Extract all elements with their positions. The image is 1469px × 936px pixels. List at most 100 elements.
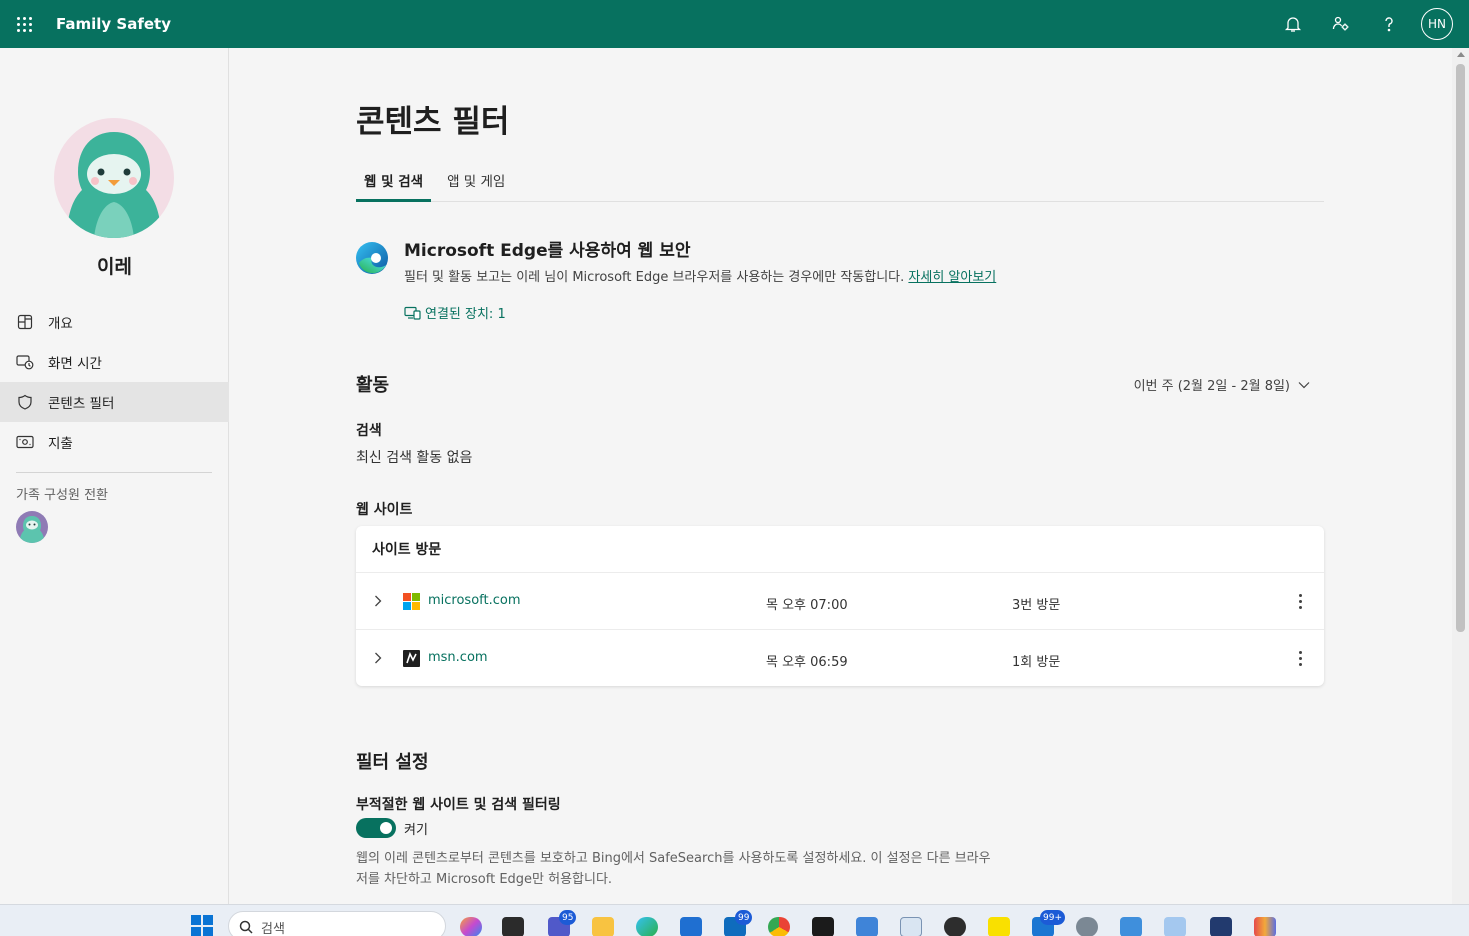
edge-description-text: 필터 및 활동 보고는 이레 님이 Microsoft Edge 브라우저를 사… <box>404 270 905 285</box>
websites-heading: 웹 사이트 <box>356 502 413 518</box>
help-button[interactable] <box>1365 0 1413 48</box>
overview-icon <box>16 313 34 331</box>
screen-time-icon <box>16 353 34 371</box>
site-link[interactable]: microsoft.com <box>428 593 521 608</box>
edge-logo-icon <box>356 242 388 274</box>
task-view-icon[interactable] <box>502 917 524 936</box>
activity-heading: 활동 <box>356 375 390 396</box>
settings-app-icon[interactable] <box>1076 917 1098 936</box>
card-header: 사이트 방문 <box>356 526 1324 573</box>
visit-time: 목 오후 07:00 <box>766 598 848 613</box>
chevron-right-icon[interactable] <box>374 652 382 664</box>
table-row[interactable]: microsoft.com 목 오후 07:00 3번 방문 <box>356 573 1324 630</box>
notepad-app-icon[interactable] <box>856 917 878 936</box>
sidebar-divider <box>16 472 212 473</box>
terminal-app-icon[interactable] <box>812 917 834 936</box>
main-content: 콘텐츠 필터 웹 및 검색 앱 및 게임 Microsoft Edge를 사용하… <box>230 48 1452 904</box>
kakaotalk-app-icon[interactable] <box>988 917 1010 936</box>
visit-count: 1회 방문 <box>1012 655 1061 670</box>
account-button[interactable]: HN <box>1413 0 1461 48</box>
dev-app-icon[interactable] <box>1210 917 1232 936</box>
toggle-knob <box>380 822 392 834</box>
more-options-button[interactable] <box>1294 647 1306 669</box>
waffle-icon <box>16 16 32 32</box>
chrome-app-icon[interactable] <box>768 917 790 936</box>
page-title: 콘텐츠 필터 <box>356 104 510 140</box>
chevron-down-icon <box>1298 381 1310 388</box>
sidebar-item-label: 개요 <box>48 316 73 332</box>
site-link[interactable]: msn.com <box>428 650 488 665</box>
chevron-right-icon[interactable] <box>374 595 382 607</box>
edge-app-icon[interactable] <box>636 917 658 936</box>
week-dropdown[interactable]: 이번 주 (2월 2일 - 2월 8일) <box>1134 375 1310 394</box>
sidebar-item-spending[interactable]: 지출 <box>0 422 229 462</box>
app-title[interactable]: Family Safety <box>56 15 171 33</box>
bell-icon <box>1284 17 1302 32</box>
table-row[interactable]: msn.com 목 오후 06:59 1회 방문 <box>356 630 1324 687</box>
family-member-avatar[interactable] <box>16 511 48 543</box>
filter-toggle[interactable] <box>356 818 396 838</box>
sidebar-item-label: 콘텐츠 필터 <box>48 396 115 412</box>
switch-member-label: 가족 구성원 전환 <box>16 488 108 503</box>
sidebar: 이레 개요 화면 시간 콘텐츠 필터 지출 가족 구성원 전환 <box>0 48 229 904</box>
page-scrollbar[interactable] <box>1452 48 1469 904</box>
profile-avatar <box>54 118 174 238</box>
shield-icon <box>16 393 34 411</box>
people-settings-icon <box>1332 16 1349 31</box>
notes-badge: 99+ <box>1040 910 1065 925</box>
edge-title: Microsoft Edge를 사용하여 웹 보안 <box>404 241 691 261</box>
penguin-small-avatar-icon <box>19 516 45 543</box>
money-icon <box>16 433 34 451</box>
sidebar-nav: 개요 화면 시간 콘텐츠 필터 지출 <box>0 302 229 462</box>
filter-description: 웹의 이레 콘텐츠로부터 콘텐츠를 보호하고 Bing에서 SafeSearch… <box>356 851 991 887</box>
more-options-button[interactable] <box>1294 590 1306 612</box>
penguin-avatar-icon <box>66 132 162 238</box>
monitor-app-icon[interactable] <box>900 917 922 936</box>
top-bar: Family Safety HN <box>0 0 1469 48</box>
copilot-app-icon[interactable] <box>460 917 482 936</box>
devices-icon <box>404 306 421 320</box>
msn-logo-icon <box>403 650 420 667</box>
visit-count: 3번 방문 <box>1012 598 1061 613</box>
filter-settings-heading: 필터 설정 <box>356 752 429 773</box>
taskbar-search[interactable]: 검색 <box>228 911 446 936</box>
toggle-label: 켜기 <box>404 823 428 838</box>
app-launcher-button[interactable] <box>0 0 48 48</box>
sidebar-item-overview[interactable]: 개요 <box>0 302 229 342</box>
sidebar-item-content-filter[interactable]: 콘텐츠 필터 <box>0 382 229 422</box>
help-icon <box>1385 17 1393 32</box>
search-heading: 검색 <box>356 423 382 439</box>
search-icon <box>239 920 253 934</box>
tab-bar: 웹 및 검색 앱 및 게임 <box>356 164 1324 202</box>
family-settings-button[interactable] <box>1317 0 1365 48</box>
taskbar-search-placeholder: 검색 <box>261 922 285 936</box>
edge-description: 필터 및 활동 보고는 이레 님이 Microsoft Edge 브라우저를 사… <box>404 266 996 285</box>
tab-web-search[interactable]: 웹 및 검색 <box>356 164 432 202</box>
store-app-icon[interactable] <box>680 917 702 936</box>
connected-devices-label: 연결된 장치: 1 <box>425 307 506 322</box>
recorder-app-icon[interactable] <box>944 917 966 936</box>
vpn-app-icon[interactable] <box>1120 917 1142 936</box>
palette-app-icon[interactable] <box>1254 917 1276 936</box>
sidebar-item-label: 화면 시간 <box>48 356 102 372</box>
scroll-up-arrow-icon[interactable] <box>1457 52 1465 57</box>
device-app-icon[interactable] <box>1164 917 1186 936</box>
search-empty-text: 최신 검색 활동 없음 <box>356 450 473 466</box>
notifications-button[interactable] <box>1269 0 1317 48</box>
sidebar-item-screen-time[interactable]: 화면 시간 <box>0 342 229 382</box>
file-explorer-icon[interactable] <box>592 917 614 936</box>
start-button[interactable] <box>191 915 213 936</box>
connected-devices-link[interactable]: 연결된 장치: 1 <box>404 303 506 322</box>
week-dropdown-label: 이번 주 (2월 2일 - 2월 8일) <box>1133 379 1290 394</box>
site-visits-card: 사이트 방문 microsoft.com 목 오후 07:00 3번 방문 ms… <box>356 526 1324 686</box>
teams-badge: 95 <box>559 910 577 925</box>
filter-subheading: 부적절한 웹 사이트 및 검색 필터링 <box>356 797 561 813</box>
learn-more-link[interactable]: 자세히 알아보기 <box>908 270 996 285</box>
sidebar-item-label: 지출 <box>48 436 73 452</box>
profile-name: 이레 <box>97 256 132 278</box>
visit-time: 목 오후 06:59 <box>766 655 848 670</box>
scrollbar-thumb[interactable] <box>1456 64 1465 632</box>
outlook-badge: 99 <box>735 910 753 925</box>
tab-apps-games[interactable]: 앱 및 게임 <box>439 164 513 202</box>
microsoft-logo-icon <box>403 593 420 610</box>
